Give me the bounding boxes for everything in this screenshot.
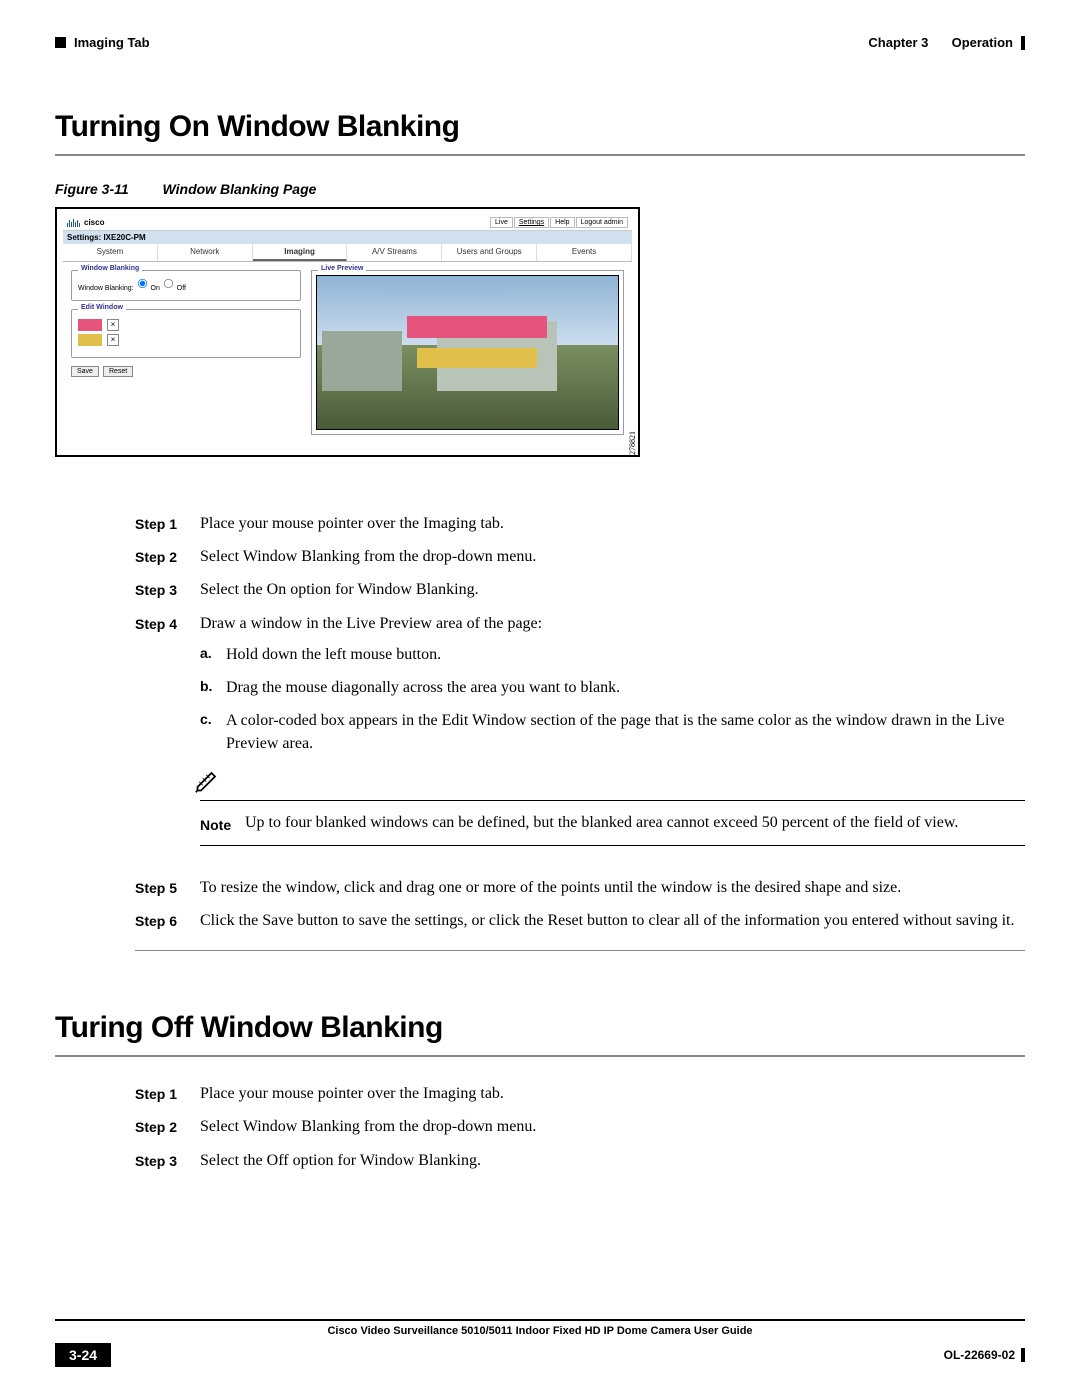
step-label: Step 6 <box>135 909 200 932</box>
footer-rule <box>55 1319 1025 1321</box>
step-body: Select the On option for Window Blanking… <box>200 578 1025 601</box>
wb-on-radio[interactable] <box>138 279 147 288</box>
note-label: Note <box>200 811 245 835</box>
edit-window-fieldset: Edit Window × × <box>71 309 301 358</box>
brand-text: cisco <box>84 218 104 227</box>
toplink-live[interactable]: Live <box>490 217 513 228</box>
step-text: Draw a window in the Live Preview area o… <box>200 615 542 632</box>
swatch-yellow <box>78 334 102 346</box>
page-footer: Cisco Video Surveillance 5010/5011 Indoo… <box>55 1319 1025 1367</box>
toplink-help[interactable]: Help <box>550 217 574 228</box>
settings-bar: Settings: IXE20C-PM <box>63 231 632 244</box>
substep-body: Drag the mouse diagonally across the are… <box>226 676 620 699</box>
step-label: Step 3 <box>135 578 200 601</box>
wb-off-text: Off <box>177 285 186 292</box>
top-links: Live Settings Help Logout admin <box>490 217 628 228</box>
toplink-logout[interactable]: Logout admin <box>576 217 628 228</box>
tab-events[interactable]: Events <box>537 244 632 261</box>
wb-off-radio[interactable] <box>164 279 173 288</box>
substep-label: a. <box>200 643 226 666</box>
note-top-rule <box>200 800 1025 801</box>
footer-title: Cisco Video Surveillance 5010/5011 Indoo… <box>55 1325 1025 1337</box>
doc-number: OL-22669-02 <box>944 1348 1015 1362</box>
save-button[interactable]: Save <box>71 366 99 377</box>
substep-body: A color-coded box appears in the Edit Wi… <box>226 709 1025 755</box>
step-body: Select Window Blanking from the drop-dow… <box>200 1115 1025 1138</box>
note-body: Up to four blanked windows can be define… <box>245 811 1025 835</box>
step-label: Step 3 <box>135 1149 200 1172</box>
step-label: Step 5 <box>135 876 200 899</box>
tab-network[interactable]: Network <box>158 244 253 261</box>
app-screenshot: cisco Live Settings Help Logout admin Se… <box>63 215 632 449</box>
substep-label: b. <box>200 676 226 699</box>
section-end-rule <box>135 950 1025 951</box>
figure-window-blanking: cisco Live Settings Help Logout admin Se… <box>55 207 640 457</box>
toplink-settings[interactable]: Settings <box>514 217 549 228</box>
substep-body: Hold down the left mouse button. <box>226 643 441 666</box>
steps-turning-on: Step 1 Place your mouse pointer over the… <box>135 512 1025 932</box>
header-left-text: Imaging Tab <box>74 35 150 50</box>
step-label: Step 2 <box>135 545 200 568</box>
header-square-icon <box>55 37 66 48</box>
step-label: Step 4 <box>135 612 200 866</box>
section-rule <box>55 154 1025 156</box>
delete-mask-2[interactable]: × <box>107 334 119 346</box>
cisco-logo-icon <box>67 219 80 227</box>
step-label: Step 2 <box>135 1115 200 1138</box>
steps-turning-off: Step 1 Place your mouse pointer over the… <box>135 1082 1025 1172</box>
tab-av[interactable]: A/V Streams <box>347 244 442 261</box>
wb-label: Window Blanking: <box>78 285 134 292</box>
tab-users[interactable]: Users and Groups <box>442 244 537 261</box>
preview-legend: Live Preview <box>318 265 366 272</box>
step-body: Select Window Blanking from the drop-dow… <box>200 545 1025 568</box>
step-body: Click the Save button to save the settin… <box>200 909 1025 932</box>
window-blanking-fieldset: Window Blanking Window Blanking: On Off <box>71 270 301 301</box>
figure-number: Figure 3-11 <box>55 181 129 197</box>
step-body: Place your mouse pointer over the Imagin… <box>200 512 1025 535</box>
reset-button[interactable]: Reset <box>103 366 133 377</box>
step-label: Step 1 <box>135 1082 200 1105</box>
page-number-badge: 3-24 <box>55 1343 111 1367</box>
step-label: Step 1 <box>135 512 200 535</box>
tab-system[interactable]: System <box>63 244 158 261</box>
step-body: Place your mouse pointer over the Imagin… <box>200 1082 1025 1105</box>
delete-mask-1[interactable]: × <box>107 319 119 331</box>
header-bar-icon <box>1021 36 1025 50</box>
figure-side-number: 278821 <box>628 431 637 455</box>
footer-bar-icon <box>1021 1348 1025 1362</box>
wb-legend: Window Blanking <box>78 265 142 272</box>
header-chapter: Chapter 3 <box>868 35 928 50</box>
section-title-on: Turning On Window Blanking <box>55 110 1025 144</box>
step-body: Draw a window in the Live Preview area o… <box>200 612 1025 866</box>
wb-on-text: On <box>151 285 160 292</box>
live-preview-fieldset: Live Preview <box>311 270 624 435</box>
figure-title: Window Blanking Page <box>163 181 317 197</box>
note-bottom-rule <box>200 845 1025 846</box>
edit-legend: Edit Window <box>78 304 126 311</box>
note-pencil-icon <box>194 766 222 794</box>
mask-overlay-2[interactable] <box>417 348 537 368</box>
tab-imaging[interactable]: Imaging <box>253 244 348 261</box>
header-title: Operation <box>952 35 1013 50</box>
substep-label: c. <box>200 709 226 755</box>
swatch-pink <box>78 319 102 331</box>
section-rule <box>55 1055 1025 1057</box>
section-title-off: Turing Off Window Blanking <box>55 1011 1025 1045</box>
tab-strip: System Network Imaging A/V Streams Users… <box>63 244 632 262</box>
mask-overlay-1[interactable] <box>407 316 547 338</box>
step-body: To resize the window, click and drag one… <box>200 876 1025 899</box>
step-body: Select the Off option for Window Blankin… <box>200 1149 1025 1172</box>
figure-caption: Figure 3-11 Window Blanking Page <box>55 181 1025 197</box>
live-preview-image[interactable] <box>316 275 619 430</box>
page-header: Imaging Tab Chapter 3 Operation <box>55 35 1025 50</box>
